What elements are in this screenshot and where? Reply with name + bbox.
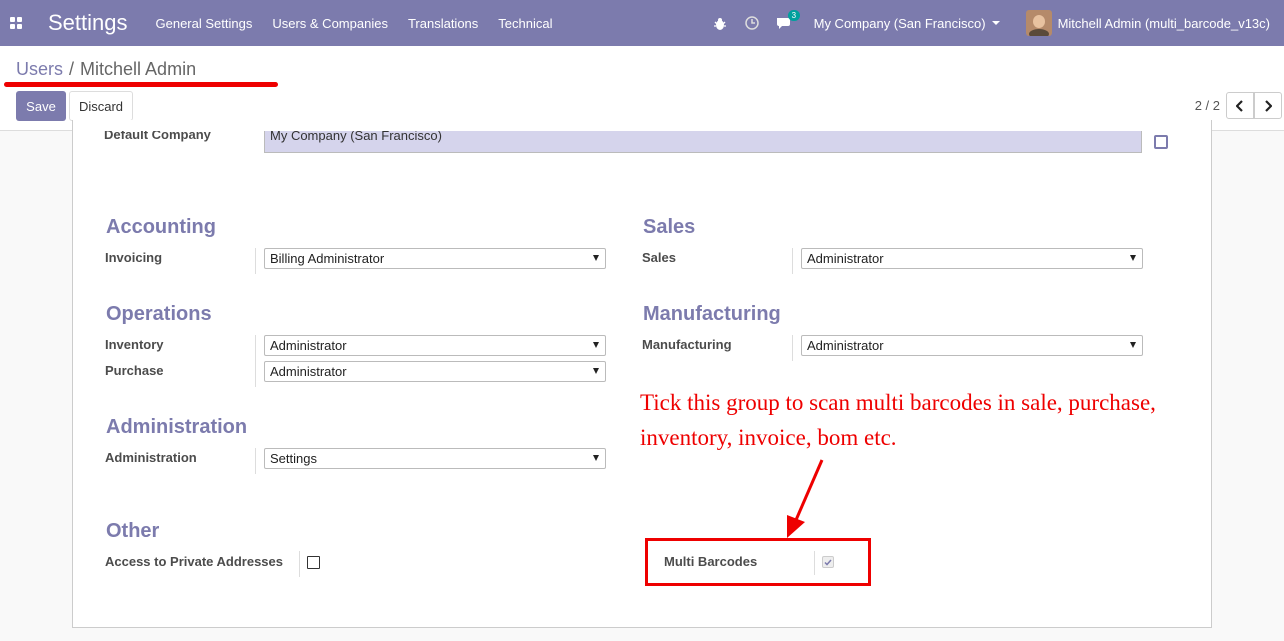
section-title-operations: Operations	[106, 303, 212, 325]
debug-bug-icon[interactable]	[704, 0, 736, 46]
top-navbar: Settings General Settings Users & Compan…	[0, 0, 1284, 46]
checkmark-icon	[824, 559, 832, 566]
dropdown-arrow-icon	[1130, 342, 1136, 348]
breadcrumb-current: Mitchell Admin	[80, 59, 197, 79]
field-divider	[255, 448, 256, 474]
sales-select[interactable]: Administrator	[801, 248, 1143, 269]
field-divider	[814, 551, 815, 575]
breadcrumb: Users / Mitchell Admin	[16, 59, 196, 80]
section-title-accounting: Accounting	[106, 216, 216, 238]
chevron-left-icon	[1236, 99, 1243, 112]
menu-users-companies[interactable]: Users & Companies	[272, 16, 388, 31]
menu-technical[interactable]: Technical	[498, 16, 552, 31]
chevron-down-icon	[991, 21, 1000, 25]
section-title-administration: Administration	[106, 416, 248, 438]
purchase-select-value: Administrator	[270, 364, 347, 379]
dropdown-arrow-icon	[593, 368, 599, 374]
inventory-select[interactable]: Administrator	[264, 335, 606, 356]
pager-next-button[interactable]	[1254, 92, 1282, 119]
messages-badge: 3	[787, 10, 801, 21]
invoicing-select-value: Billing Administrator	[270, 251, 385, 266]
field-divider	[792, 335, 793, 361]
field-label-invoicing: Invoicing	[105, 250, 163, 265]
manufacturing-select[interactable]: Administrator	[801, 335, 1143, 356]
field-divider	[299, 551, 300, 577]
pager-previous-button[interactable]	[1226, 92, 1254, 119]
annotation-underline	[4, 82, 278, 87]
save-button[interactable]: Save	[16, 91, 66, 121]
breadcrumb-separator: /	[69, 59, 75, 79]
multi-barcodes-checkbox[interactable]	[822, 556, 834, 568]
annotation-line-2: inventory, invoice, bom etc.	[640, 425, 897, 450]
messages-chat-icon[interactable]: 3	[768, 0, 801, 46]
purchase-select[interactable]: Administrator	[264, 361, 606, 382]
default-company-row: Default Company My Company (San Francisc…	[104, 131, 1174, 155]
private-addresses-checkbox[interactable]	[307, 556, 320, 569]
control-panel: Users / Mitchell Admin Save Discard 2 / …	[0, 46, 1284, 131]
dropdown-arrow-icon	[1130, 255, 1136, 261]
app-title[interactable]: Settings	[48, 10, 128, 36]
user-menu[interactable]: Mitchell Admin (multi_barcode_v13c)	[1025, 10, 1270, 36]
field-divider	[255, 335, 256, 387]
dropdown-arrow-icon	[593, 342, 599, 348]
field-label-multi-barcodes: Multi Barcodes	[664, 554, 758, 569]
annotation-text: Tick this group to scan multi barcodes i…	[640, 385, 1280, 455]
avatar	[1025, 10, 1052, 36]
pager-value: 2 / 2	[1194, 98, 1220, 113]
field-divider	[255, 248, 256, 274]
discard-button[interactable]: Discard	[69, 91, 133, 121]
systray: 3 My Company (San Francisco) Mitchell Ad…	[704, 0, 1284, 46]
company-switcher[interactable]: My Company (San Francisco)	[814, 16, 1000, 31]
field-label-inventory: Inventory	[105, 337, 164, 352]
breadcrumb-users-link[interactable]: Users	[16, 59, 63, 80]
dropdown-arrow-icon	[593, 255, 599, 261]
default-company-field[interactable]: My Company (San Francisco)	[264, 131, 1142, 153]
form-sheet	[72, 120, 1212, 628]
default-company-label: Default Company	[104, 131, 211, 142]
user-menu-label: Mitchell Admin (multi_barcode_v13c)	[1057, 15, 1270, 31]
administration-select-value: Settings	[270, 451, 317, 466]
external-link-icon[interactable]	[1154, 135, 1168, 149]
inventory-select-value: Administrator	[270, 338, 347, 353]
menu-general-settings[interactable]: General Settings	[156, 16, 253, 31]
field-label-purchase: Purchase	[105, 363, 164, 378]
field-label-manufacturing: Manufacturing	[642, 337, 732, 352]
dropdown-arrow-icon	[593, 455, 599, 461]
menu-translations[interactable]: Translations	[408, 16, 478, 31]
section-title-sales: Sales	[643, 216, 696, 238]
chevron-right-icon	[1265, 99, 1272, 112]
activity-clock-icon[interactable]	[736, 0, 768, 46]
sales-select-value: Administrator	[807, 251, 884, 266]
invoicing-select[interactable]: Billing Administrator	[264, 248, 606, 269]
administration-select[interactable]: Settings	[264, 448, 606, 469]
company-switcher-label: My Company (San Francisco)	[813, 15, 986, 31]
manufacturing-select-value: Administrator	[807, 338, 884, 353]
section-title-manufacturing: Manufacturing	[643, 303, 781, 325]
field-label-private-addresses: Access to Private Addresses	[105, 554, 284, 569]
field-divider	[792, 248, 793, 274]
field-label-sales: Sales	[642, 250, 676, 265]
apps-menu-icon[interactable]	[0, 0, 32, 46]
section-title-other: Other	[106, 520, 160, 542]
annotation-line-1: Tick this group to scan multi barcodes i…	[640, 390, 1156, 415]
field-label-administration: Administration	[105, 450, 197, 465]
